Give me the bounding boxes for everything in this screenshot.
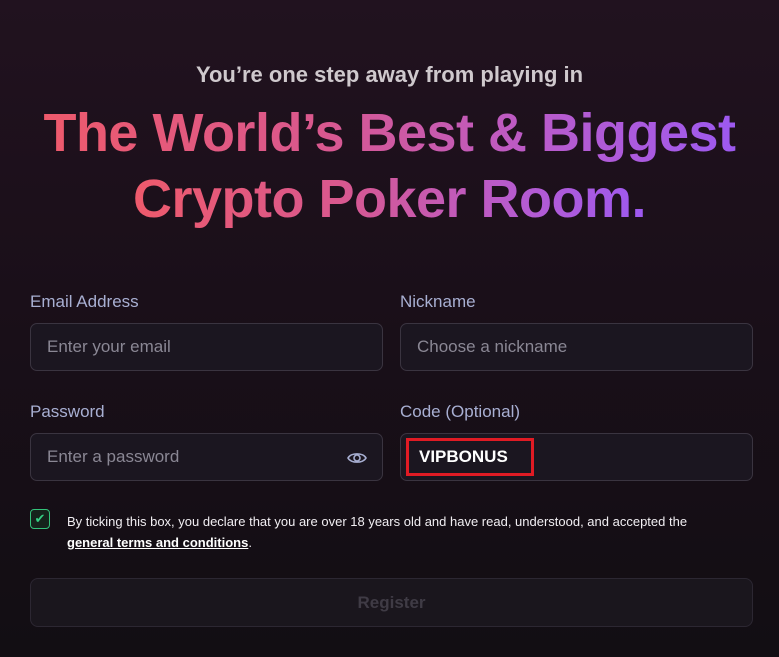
code-field[interactable]: VIPBONUS <box>400 433 753 481</box>
password-field[interactable] <box>47 447 337 467</box>
eye-icon[interactable] <box>346 447 368 469</box>
password-field-box[interactable] <box>30 433 383 481</box>
hero-subtitle: You’re one step away from playing in <box>195 62 584 87</box>
code-label: Code (Optional) <box>400 402 521 421</box>
headline-line-1: The World’s Best & Biggest <box>43 103 736 163</box>
password-label: Password <box>30 402 105 421</box>
nickname-field[interactable] <box>417 337 707 357</box>
nickname-field-box[interactable] <box>400 323 753 371</box>
terms-checkbox[interactable]: ✔ <box>30 509 50 529</box>
code-value-highlight[interactable]: VIPBONUS <box>406 438 534 476</box>
register-button[interactable]: Register <box>30 578 753 627</box>
terms-link[interactable]: general terms and conditions <box>67 535 248 550</box>
terms-text: By ticking this box, you declare that yo… <box>67 511 757 553</box>
nickname-label: Nickname <box>400 292 476 311</box>
email-field-box[interactable] <box>30 323 383 371</box>
email-field[interactable] <box>47 337 337 357</box>
terms-suffix: . <box>248 535 252 550</box>
terms-statement: By ticking this box, you declare that yo… <box>67 514 688 529</box>
checkmark-icon: ✔ <box>34 511 46 526</box>
hero-headline: The World’s Best & Biggest Crypto Poker … <box>0 100 779 232</box>
headline-line-2: Crypto Poker Room. <box>132 169 647 229</box>
email-label: Email Address <box>30 292 139 311</box>
